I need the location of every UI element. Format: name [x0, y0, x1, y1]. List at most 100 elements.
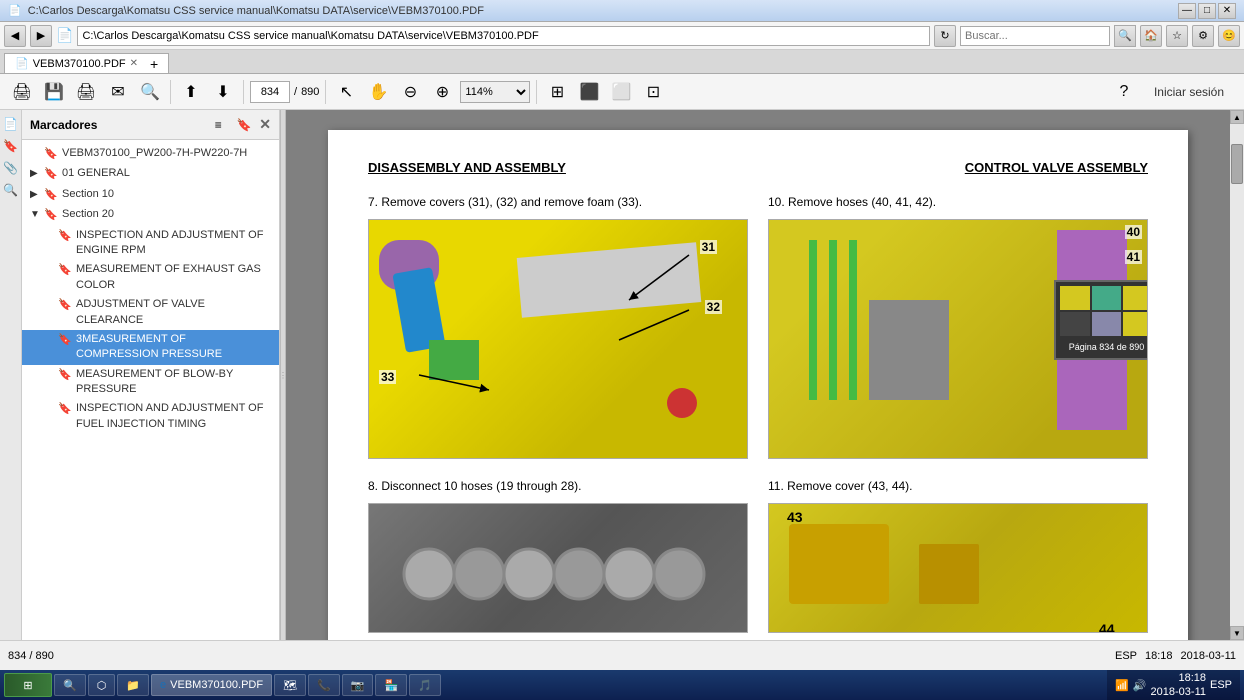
sidebar-item-general[interactable]: ▶ 🔖 01 GENERAL: [22, 164, 279, 184]
status-text: 834 / 890: [8, 650, 54, 662]
fullscreen-button[interactable]: ⊡: [639, 78, 667, 106]
save-button[interactable]: 💾: [40, 78, 68, 106]
sidebar-measure-blowby-label: MEASUREMENT OF BLOW-BY PRESSURE: [76, 367, 271, 398]
scroll-down-button[interactable]: ⬇: [209, 78, 237, 106]
print-button[interactable]: 🖨: [8, 78, 36, 106]
bookmark-measure-blowby: 🔖: [58, 368, 72, 383]
bookmark-section20: 🔖: [44, 208, 58, 223]
sidebar-tree: 🔖 VEBM370100_PW200-7H-PW220-7H ▶ 🔖 01 GE…: [22, 140, 279, 640]
search-button[interactable]: 🔍: [1114, 25, 1136, 47]
windows-taskbar: ⊞ 🔍 ⬡ 📁 e VEBM370100.PDF 🗺 📞 📷 🏪 🎵 📶 🔊 1…: [0, 670, 1244, 700]
left-icon-panel: 📄 🔖 📎 🔍: [0, 110, 22, 640]
forward-button[interactable]: ▶: [30, 25, 52, 47]
search-input[interactable]: [960, 26, 1110, 46]
label-41: 41: [1125, 250, 1142, 264]
rotate-button[interactable]: ⬜: [607, 78, 635, 106]
hand-button[interactable]: ✋: [364, 78, 392, 106]
pdf-viewer[interactable]: DISASSEMBLY AND ASSEMBLY CONTROL VALVE A…: [286, 110, 1230, 640]
scroll-track[interactable]: [1230, 124, 1244, 626]
left-pages-icon[interactable]: 📄: [1, 114, 21, 134]
svg-text:44: 44: [1099, 621, 1115, 632]
scroll-down-btn[interactable]: ▼: [1230, 626, 1244, 640]
machinery-illustration-1: [369, 220, 747, 458]
smiley-button[interactable]: 😊: [1218, 25, 1240, 47]
left-search-icon[interactable]: 🔍: [1, 180, 21, 200]
help-button[interactable]: ?: [1110, 78, 1138, 106]
sidebar-item-section10[interactable]: ▶ 🔖 Section 10: [22, 185, 279, 205]
sidebar: Marcadores ≡ 🔖 ✕ 🔖 VEBM370100_PW200-7H-P…: [22, 110, 280, 640]
scroll-up-btn[interactable]: ▲: [1230, 110, 1244, 124]
taskbar-cortana[interactable]: ⬡: [88, 674, 116, 696]
statusbar: 834 / 890 ESP 18:18 2018-03-11: [0, 640, 1244, 670]
thumbnail-popup: Página 834 de 890: [1054, 280, 1148, 360]
toolbar-separator-2: [243, 80, 244, 104]
taskbar-music[interactable]: 🎵: [409, 674, 441, 696]
zoom-out-button[interactable]: ⊖: [396, 78, 424, 106]
taskbar-file-explorer[interactable]: 📁: [117, 674, 149, 696]
start-button[interactable]: ⊞: [4, 673, 52, 697]
favorites-button[interactable]: ☆: [1166, 25, 1188, 47]
bookmark-general: 🔖: [44, 167, 58, 182]
back-button[interactable]: ◀: [4, 25, 26, 47]
maximize-button[interactable]: □: [1198, 3, 1216, 19]
fit-page-button[interactable]: ⊞: [543, 78, 571, 106]
tray-lang: ESP: [1210, 679, 1232, 691]
email-button[interactable]: ✉: [104, 78, 132, 106]
signin-button[interactable]: Iniciar sesión: [1142, 81, 1236, 103]
tab-new[interactable]: +: [150, 56, 158, 72]
bookmark-section10: 🔖: [44, 188, 58, 203]
tab-vebm[interactable]: 📄 VEBM370100.PDF ✕ +: [4, 53, 169, 73]
sidebar-icon-btn-2[interactable]: 🔖: [233, 114, 255, 136]
zoom-in-button[interactable]: ⊕: [428, 78, 456, 106]
sidebar-item-inspect-rpm[interactable]: 🔖 INSPECTION AND ADJUSTMENT OF ENGINE RP…: [22, 226, 279, 261]
sidebar-icon-btn-1[interactable]: ≡: [207, 114, 229, 136]
titlebar-title: C:\Carlos Descarga\Komatsu CSS service m…: [28, 5, 484, 17]
gray-hoses-illustration: [369, 504, 747, 632]
address-input[interactable]: [77, 26, 930, 46]
zoom-select[interactable]: 114% 100% 75% 50%: [460, 81, 530, 103]
thumb-2: [1092, 286, 1122, 310]
taskbar-store[interactable]: 🏪: [375, 674, 407, 696]
sidebar-item-measure-exhaust[interactable]: 🔖 MEASUREMENT OF EXHAUST GAS COLOR: [22, 260, 279, 295]
bookmark-inspect-rpm: 🔖: [58, 229, 72, 244]
taskbar-camera[interactable]: 📷: [342, 674, 374, 696]
pdf-scrollbar[interactable]: ▲ ▼: [1230, 110, 1244, 640]
minimize-button[interactable]: —: [1178, 3, 1196, 19]
taskbar-search[interactable]: 🔍: [54, 674, 86, 696]
thumb-grid: [1060, 286, 1148, 336]
sidebar-item-vebm[interactable]: 🔖 VEBM370100_PW200-7H-PW220-7H: [22, 144, 279, 164]
sidebar-item-measure-blowby[interactable]: 🔖 MEASUREMENT OF BLOW-BY PRESSURE: [22, 365, 279, 400]
sidebar-item-inspect-fuel[interactable]: 🔖 INSPECTION AND ADJUSTMENT OF FUEL INJE…: [22, 399, 279, 434]
titlebar-icon: 📄: [8, 4, 22, 17]
print2-button[interactable]: 🖨: [72, 78, 100, 106]
find-button[interactable]: 🔍: [136, 78, 164, 106]
sidebar-item-measure-compress[interactable]: 🔖 3MEASUREMENT OF COMPRESSION PRESSURE: [22, 330, 279, 365]
sidebar-close-button[interactable]: ✕: [259, 116, 271, 133]
left-bookmarks-icon[interactable]: 🔖: [1, 136, 21, 156]
reload-button[interactable]: ↻: [934, 25, 956, 47]
yellow-equipment-illustration: 43 44: [769, 504, 1147, 632]
tray-network-icon: 📶: [1115, 679, 1129, 692]
thumb-5: [1092, 312, 1122, 336]
tab-close-button[interactable]: ✕: [130, 58, 138, 69]
settings-icon[interactable]: ⚙: [1192, 25, 1214, 47]
scroll-up-button[interactable]: ⬆: [177, 78, 205, 106]
taskbar-browser[interactable]: e VEBM370100.PDF: [151, 674, 272, 696]
close-window-button[interactable]: ✕: [1218, 3, 1236, 19]
scroll-thumb[interactable]: [1231, 144, 1243, 184]
taskbar-phone[interactable]: 📞: [308, 674, 340, 696]
home-button[interactable]: 🏠: [1140, 25, 1162, 47]
label-31: 31: [700, 240, 717, 254]
bookmark-measure-compress: 🔖: [58, 333, 72, 348]
taskbar-maps[interactable]: 🗺: [274, 674, 306, 696]
fit-width-button[interactable]: ⬛: [575, 78, 603, 106]
sidebar-item-adjust-valve[interactable]: 🔖 ADJUSTMENT OF VALVE CLEARANCE: [22, 295, 279, 330]
page-controls: / 890: [250, 81, 319, 103]
toggle-section10: ▶: [30, 188, 44, 202]
cursor-button[interactable]: ↖: [332, 78, 360, 106]
sidebar-item-section20[interactable]: ▼ 🔖 Section 20: [22, 205, 279, 225]
left-attach-icon[interactable]: 📎: [1, 158, 21, 178]
page-number-input[interactable]: [250, 81, 290, 103]
taskbar-browser-icon: e: [160, 679, 166, 691]
clock-time: 18:18: [1151, 671, 1206, 685]
